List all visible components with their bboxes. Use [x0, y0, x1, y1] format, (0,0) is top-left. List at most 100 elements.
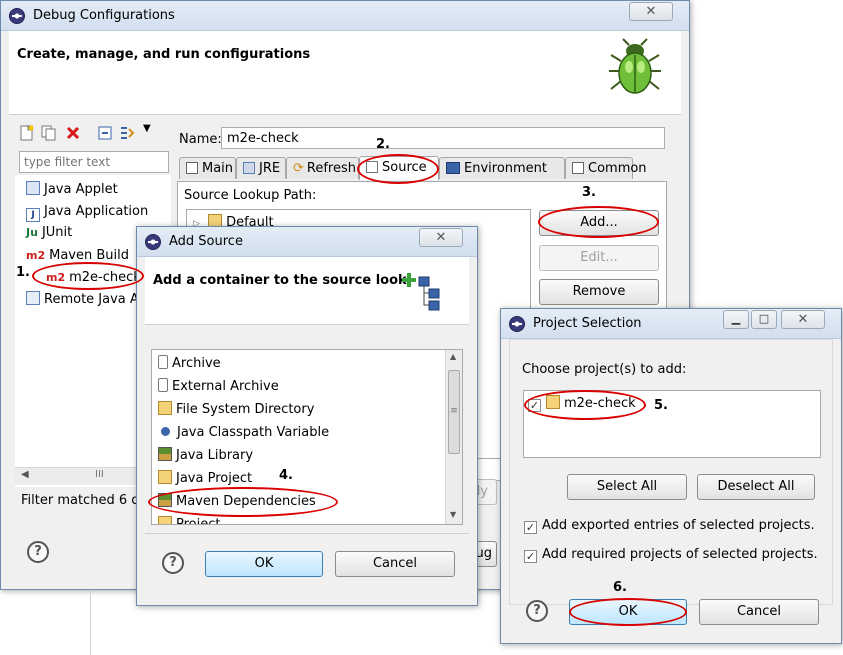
tree-item-java-applet[interactable]: Java Applet	[26, 180, 118, 200]
tab-environment[interactable]: Environment	[439, 157, 565, 179]
project-icon	[546, 395, 560, 409]
header-banner: Create, manage, and run configurations	[9, 31, 681, 115]
debug-bug-icon	[609, 38, 661, 94]
dialog-title: Project Selection	[533, 316, 642, 331]
refresh-tab-icon: ⟳	[293, 161, 304, 176]
option-exported[interactable]: ✓ Add exported entries of selected projec…	[524, 518, 815, 534]
common-tab-icon	[572, 162, 584, 174]
jre-tab-icon	[243, 162, 255, 174]
list-item-m2e-check[interactable]: ✓ m2e-check	[528, 394, 636, 414]
maven-icon: m2	[26, 249, 46, 262]
add-container-icon	[402, 273, 440, 311]
prompt-label: Choose project(s) to add:	[522, 362, 687, 377]
list-item-classpath-variable[interactable]: Java Classpath Variable	[158, 423, 329, 443]
remove-button[interactable]: Remove	[539, 279, 659, 305]
list-item-external-archive[interactable]: External Archive	[158, 377, 279, 397]
edit-button[interactable]: Edit...	[539, 245, 659, 271]
project-selection-dialog: Project Selection ▁ □ ✕ Choose project(s…	[500, 308, 842, 644]
tab-jre[interactable]: JRE	[236, 157, 286, 179]
dialog-body: Choose project(s) to add: ✓ m2e-check Sel…	[509, 339, 833, 605]
step-label-1: 1.	[16, 265, 30, 280]
cancel-button[interactable]: Cancel	[699, 599, 819, 625]
ok-button[interactable]: OK	[205, 551, 323, 577]
required-checkbox[interactable]: ✓	[524, 550, 537, 563]
eclipse-icon	[9, 8, 25, 24]
tab-common[interactable]: Common	[565, 157, 647, 179]
scroll-up-arrow-icon[interactable]: ▲	[450, 352, 456, 361]
exported-checkbox[interactable]: ✓	[524, 521, 537, 534]
deselect-all-button[interactable]: Deselect All	[697, 474, 815, 500]
tab-source[interactable]: Source	[359, 156, 439, 180]
name-label: Name:	[179, 132, 222, 147]
list-item-java-project[interactable]: Java Project	[158, 469, 252, 489]
list-vertical-scrollbar[interactable]: ▲ ≡ ▼	[445, 350, 462, 524]
name-field[interactable]	[221, 127, 665, 149]
new-config-icon[interactable]	[19, 125, 35, 141]
archive-icon	[158, 378, 168, 392]
java-applet-icon	[26, 181, 40, 195]
step-label-3: 3.	[582, 185, 596, 200]
folder-icon	[158, 401, 172, 415]
eclipse-icon	[509, 316, 525, 332]
library-icon	[158, 493, 172, 507]
library-icon	[158, 447, 172, 461]
maximize-button[interactable]: □	[751, 310, 777, 329]
window-title: Debug Configurations	[33, 8, 175, 23]
header-banner: Add a container to the source look	[145, 257, 469, 325]
divider-line	[90, 590, 91, 655]
list-item-file-system-directory[interactable]: File System Directory	[158, 400, 314, 420]
filter-status: Filter matched 6 of	[21, 493, 144, 508]
help-icon[interactable]: ?	[162, 552, 184, 574]
list-item-archive[interactable]: Archive	[158, 354, 221, 374]
tree-item-junit[interactable]: Ju JUnit	[26, 223, 72, 243]
title-bar[interactable]: Add Source ✕	[137, 227, 477, 257]
filter-icon[interactable]	[119, 125, 135, 141]
variable-icon	[161, 427, 170, 436]
step-label-2: 2.	[376, 137, 390, 152]
close-button[interactable]: ✕	[781, 310, 825, 329]
project-icon	[158, 470, 172, 484]
tree-item-java-application[interactable]: J Java Application	[26, 202, 148, 222]
tree-item-m2e-check[interactable]: m2 m2e-check	[46, 268, 141, 288]
add-button[interactable]: Add...	[539, 210, 659, 236]
tree-item-maven-build[interactable]: m2 Maven Build	[26, 246, 129, 266]
project-checkbox[interactable]: ✓	[528, 399, 541, 412]
list-item-java-library[interactable]: Java Library	[158, 446, 253, 466]
header-text: Add a container to the source look	[153, 273, 407, 288]
step-label-5: 5.	[654, 398, 668, 413]
minimize-button[interactable]: ▁	[723, 310, 749, 329]
close-button[interactable]: ✕	[629, 2, 673, 21]
add-source-dialog: Add Source ✕ Add a container to the sour…	[136, 226, 478, 606]
scroll-thumb[interactable]: III	[95, 469, 104, 480]
filter-input[interactable]	[19, 151, 169, 173]
option-required[interactable]: ✓ Add required projects of selected proje…	[524, 547, 818, 563]
scroll-thumb[interactable]: ≡	[448, 370, 460, 454]
container-list: Archive External Archive File System Dir…	[151, 349, 463, 525]
close-button[interactable]: ✕	[419, 228, 463, 247]
list-item-maven-dependencies[interactable]: Maven Dependencies	[158, 492, 316, 512]
collapse-all-icon[interactable]	[97, 125, 113, 141]
scroll-left-arrow-icon[interactable]: ◀	[21, 469, 29, 480]
ok-button[interactable]: OK	[569, 599, 687, 625]
chevron-down-icon[interactable]: ▼	[143, 123, 151, 134]
cancel-button[interactable]: Cancel	[335, 551, 455, 577]
header-text: Create, manage, and run configurations	[17, 47, 311, 62]
source-tab-icon	[366, 161, 378, 173]
help-icon[interactable]: ?	[526, 600, 548, 622]
title-bar[interactable]: Project Selection ▁ □ ✕	[501, 309, 841, 339]
tab-refresh[interactable]: ⟳ Refresh	[286, 157, 359, 179]
delete-icon[interactable]	[65, 125, 81, 141]
scroll-down-arrow-icon[interactable]: ▼	[450, 510, 456, 519]
eclipse-icon	[145, 234, 161, 250]
remote-java-icon	[26, 291, 40, 305]
config-toolbar: ▼	[19, 123, 159, 143]
help-icon[interactable]: ?	[27, 541, 49, 563]
duplicate-icon[interactable]	[41, 125, 57, 141]
tab-main[interactable]: Main	[179, 157, 236, 179]
tab-strip: Main JRE ⟳ Refresh Source Environment Com…	[179, 156, 665, 183]
junit-icon: Ju	[26, 226, 38, 239]
list-item-project[interactable]: Project	[158, 515, 220, 524]
title-bar[interactable]: Debug Configurations ✕	[1, 1, 689, 31]
select-all-button[interactable]: Select All	[567, 474, 687, 500]
tree-item-remote-java[interactable]: Remote Java A	[26, 290, 139, 310]
